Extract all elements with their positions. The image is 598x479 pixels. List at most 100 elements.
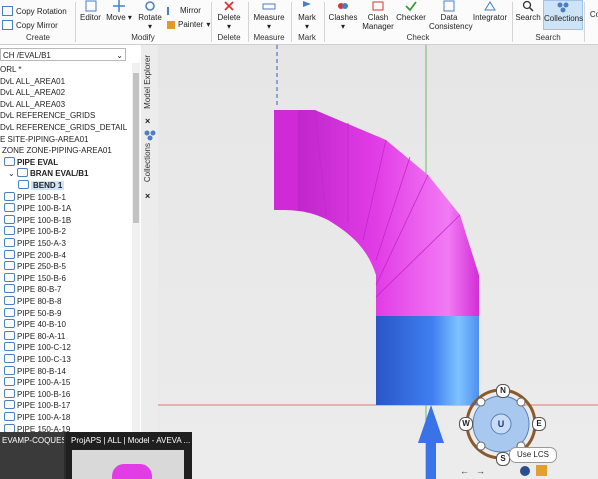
tree-item[interactable]: PIPE 100-B-2: [4, 226, 66, 237]
tree-item[interactable]: PIPE 100-B-1B: [4, 214, 71, 226]
compass-east[interactable]: E: [532, 417, 546, 431]
delete-button[interactable]: Delete ▾: [214, 0, 244, 31]
editor-button[interactable]: Editor: [78, 0, 103, 22]
measure-button[interactable]: Measure ▾: [252, 0, 286, 31]
tree-item[interactable]: BEND 1: [18, 180, 65, 191]
compass-up[interactable]: U: [495, 418, 507, 430]
painter-button[interactable]: Painter ▾: [167, 20, 210, 29]
arrow-right-icon[interactable]: →: [476, 466, 485, 476]
tree-item[interactable]: ⌄ BRAN EVAL/B1: [8, 168, 88, 179]
chevron-down-icon: ▾: [226, 22, 231, 31]
tree-item[interactable]: PIPE 40-B-10: [4, 319, 66, 330]
tree-item[interactable]: PIPE 150-A-3: [4, 238, 66, 249]
tab-model-explorer[interactable]: Model Explorer: [143, 55, 152, 109]
tree-item[interactable]: DvL REFERENCE_GRIDS: [0, 110, 95, 121]
divider: [324, 2, 325, 42]
pipe-icon: [4, 365, 15, 375]
pipe-icon: [4, 354, 15, 363]
group-label-create: Create: [25, 33, 50, 42]
bend-preview: [112, 464, 152, 479]
arrow-left-icon[interactable]: ←: [460, 466, 469, 476]
tree-item[interactable]: DvL REFERENCE_GRIDS_DETAIL: [0, 122, 127, 133]
tab-collections[interactable]: Collections: [143, 143, 152, 182]
group-label-check: Check: [406, 33, 430, 42]
globe-icon[interactable]: [520, 466, 530, 476]
group-label-delete: Delete: [217, 33, 241, 42]
tree-item[interactable]: PIPE 50-B-9: [4, 307, 61, 319]
clipped-ribbon-button[interactable]: Co: [588, 10, 598, 19]
tree-item[interactable]: PIPE 80-A-11: [4, 330, 65, 342]
copy-rotation-icon: [2, 6, 13, 16]
rotate-button[interactable]: Rotate ▾: [137, 0, 163, 31]
chevron-down-icon[interactable]: ⌄: [8, 169, 17, 178]
copy-mirror-icon: [2, 20, 13, 30]
tree-item[interactable]: DvL ALL_AREA03: [0, 99, 65, 110]
tree-item[interactable]: PIPE 100-B-1A: [4, 203, 71, 214]
tree-item[interactable]: PIPE 200-B-4: [4, 249, 66, 261]
mark-button[interactable]: Mark ▾: [294, 0, 320, 31]
vertical-scrollbar[interactable]: [132, 63, 140, 479]
bend-1[interactable]: [274, 109, 479, 316]
group-label-measure: Measure: [253, 33, 285, 42]
tree-item[interactable]: E SITE-PIPING-AREA01: [0, 134, 88, 145]
collections-button[interactable]: Collections: [543, 0, 583, 30]
path-dropdown[interactable]: CH /EVAL/B1 ⌄: [0, 48, 126, 61]
tree-item[interactable]: PIPE 100-A-15: [4, 377, 70, 388]
pipe-icon: [4, 226, 15, 236]
scrollbar-thumb[interactable]: [133, 73, 139, 223]
tree-item[interactable]: ORL *: [0, 64, 22, 75]
divider: [584, 2, 585, 42]
chevron-down-icon: ▾: [340, 22, 345, 31]
group-label-search: Search: [535, 33, 561, 42]
pipe-icon: [4, 261, 15, 271]
checker-icon: [405, 1, 417, 12]
taskbar-item-projaps[interactable]: ProjAPS | ALL | Model - AVEVA ...: [66, 432, 192, 479]
checker-button[interactable]: Checker: [396, 0, 426, 22]
tree-item[interactable]: PIPE 80-B-8: [4, 296, 61, 307]
group-label-modify: Modify: [131, 33, 155, 42]
tree-item[interactable]: DvL ALL_AREA02: [0, 87, 65, 98]
copy-rotation-button[interactable]: Copy Rotation: [2, 6, 67, 16]
taskbar-item-evamp[interactable]: EVAMP-COQUES-P...: [0, 432, 64, 479]
data-consistency-button[interactable]: Data Consistency: [429, 0, 473, 31]
integrator-button[interactable]: Integrator: [472, 0, 508, 22]
tree-item[interactable]: PIPE 150-B-6: [4, 272, 66, 284]
tree-item[interactable]: PIPE 80-B-7: [4, 284, 61, 295]
tree-item[interactable]: PIPE 100-B-1: [4, 191, 66, 203]
pipe-icon: [4, 191, 15, 201]
scene[interactable]: [158, 45, 598, 479]
pipe-icon: [4, 238, 15, 247]
tree-item[interactable]: PIPE 100-B-16: [4, 388, 70, 400]
clashes-icon: [338, 3, 348, 9]
search-button[interactable]: Search: [515, 0, 541, 22]
painter-icon: [167, 20, 175, 29]
tree-item[interactable]: PIPE 100-C-13: [4, 354, 71, 365]
mirror-button[interactable]: Mirror: [167, 6, 201, 15]
clashes-button[interactable]: Clashes ▾: [327, 0, 359, 31]
window-preview: [72, 450, 184, 479]
copy-mirror-button[interactable]: Copy Mirror: [2, 20, 58, 30]
lcs-cube-icon[interactable]: [536, 465, 547, 476]
move-button[interactable]: Move ▾: [106, 0, 132, 22]
clash-manager-button[interactable]: Clash Manager: [362, 0, 394, 31]
tree-item[interactable]: PIPE 100-A-18: [4, 412, 70, 423]
pipe-segment[interactable]: [376, 316, 479, 405]
compass-south[interactable]: S: [496, 452, 510, 466]
tree-item[interactable]: PIPE 80-B-14: [4, 365, 66, 377]
pipe-icon: [4, 342, 15, 352]
integrator-icon: [484, 1, 496, 11]
close-icon[interactable]: ×: [145, 191, 150, 201]
tree-item[interactable]: PIPE 250-B-5: [4, 261, 66, 272]
compass-north[interactable]: N: [496, 384, 510, 398]
delete-icon: [224, 1, 234, 11]
tree-item[interactable]: PIPE EVAL: [4, 156, 58, 168]
tree-item[interactable]: DvL ALL_AREA01: [0, 76, 65, 87]
tree-item[interactable]: ZONE ZONE-PIPING-AREA01: [2, 145, 112, 156]
3d-viewport[interactable]: N E S W U ← →: [158, 45, 598, 479]
compass-west[interactable]: W: [459, 417, 473, 431]
tree-item[interactable]: PIPE 100-B-17: [4, 400, 70, 411]
collections-icon: [557, 2, 569, 13]
close-icon[interactable]: ×: [145, 116, 150, 126]
collections-icon: [144, 130, 156, 141]
tree-item[interactable]: PIPE 100-C-12: [4, 342, 71, 353]
